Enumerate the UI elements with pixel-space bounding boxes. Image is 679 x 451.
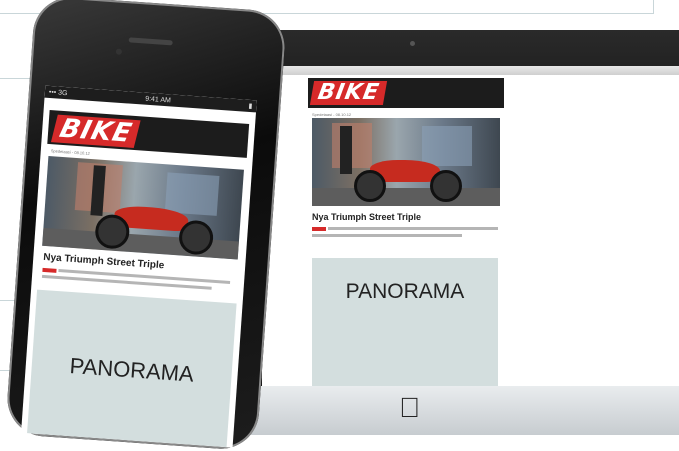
front-wheel xyxy=(430,170,462,202)
panorama-label: PANORAMA xyxy=(68,353,195,387)
browser-toolbar xyxy=(262,66,679,75)
desktop-screen: BIKE Spedetaasi - 08.10.12 Nya Triumph S… xyxy=(262,66,679,386)
article-headline[interactable]: Nya Triumph Street Triple xyxy=(312,212,421,222)
front-camera xyxy=(115,48,123,55)
signal-indicator: ••• 3G xyxy=(48,88,68,97)
desktop-article-page: BIKE Spedetaasi - 08.10.12 Nya Triumph S… xyxy=(308,78,504,386)
phone-article-page: BIKE Spedetaasi - 08.10.12 Nya Triumph S… xyxy=(27,100,250,448)
graffiti-wall xyxy=(332,123,372,168)
camera xyxy=(410,41,415,46)
street xyxy=(312,188,500,206)
article-photo[interactable] xyxy=(42,156,244,260)
apple-logo-icon:  xyxy=(399,392,420,424)
body-text-line xyxy=(328,227,498,230)
graffiti-wall xyxy=(164,172,220,216)
brand-logo[interactable]: BIKE xyxy=(309,80,388,105)
article-meta: Spedetaasi - 08.10.12 xyxy=(312,112,352,117)
article-photo[interactable] xyxy=(312,118,500,206)
panorama-label: PANORAMA xyxy=(345,280,465,303)
category-tag xyxy=(312,227,326,231)
panorama-ad[interactable]: PANORAMA xyxy=(312,258,498,386)
imac-chin:  xyxy=(238,386,679,435)
body-text-line xyxy=(312,234,462,237)
graffiti-wall xyxy=(422,126,472,166)
battery-icon: ▮ xyxy=(248,102,253,111)
brand-logo[interactable]: BIKE xyxy=(50,114,142,149)
panorama-ad[interactable]: PANORAMA xyxy=(27,289,237,448)
category-tag xyxy=(42,267,57,273)
speaker-grille xyxy=(128,37,173,46)
rider-figure xyxy=(340,126,352,174)
article-meta: Spedetaasi - 08.10.12 xyxy=(50,148,91,156)
iphone-device: ••• 3G 9:41 AM ▮ BIKE Spedetaasi - 08.10… xyxy=(4,0,288,451)
rear-wheel xyxy=(354,170,386,202)
phone-screen: ••• 3G 9:41 AM ▮ BIKE Spedetaasi - 08.10… xyxy=(21,85,257,448)
imac-device: BIKE Spedetaasi - 08.10.12 Nya Triumph S… xyxy=(238,30,679,435)
clock: 9:41 AM xyxy=(144,95,172,104)
